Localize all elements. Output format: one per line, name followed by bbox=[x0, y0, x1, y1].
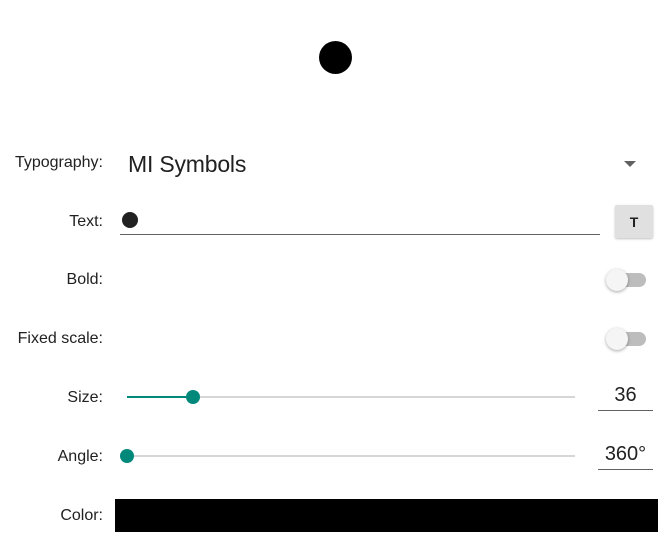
angle-label: Angle: bbox=[57, 448, 103, 465]
typography-label: Typography: bbox=[14, 154, 103, 171]
fixed-scale-label: Fixed scale: bbox=[17, 330, 103, 347]
angle-slider-knob[interactable] bbox=[120, 449, 134, 463]
color-label: Color: bbox=[60, 507, 103, 524]
fixed-scale-toggle-thumb bbox=[606, 328, 628, 350]
text-style-button[interactable]: T bbox=[615, 205, 653, 238]
symbol-preview bbox=[319, 41, 352, 74]
size-slider-fill bbox=[127, 396, 193, 398]
angle-value-field[interactable]: 360° bbox=[598, 440, 653, 470]
bold-toggle-thumb bbox=[606, 269, 628, 291]
bold-label: Bold: bbox=[66, 271, 103, 288]
fixed-scale-toggle[interactable] bbox=[606, 328, 646, 350]
size-slider[interactable] bbox=[127, 387, 575, 407]
color-swatch[interactable] bbox=[115, 499, 658, 532]
typography-value: MI Symbols bbox=[128, 150, 247, 177]
size-value-field[interactable]: 36 bbox=[598, 381, 653, 411]
angle-slider-rail bbox=[127, 455, 575, 457]
size-label: Size: bbox=[67, 389, 103, 406]
typography-dropdown[interactable]: MI Symbols bbox=[120, 146, 650, 182]
symbol-glyph-icon bbox=[122, 212, 138, 228]
bold-toggle[interactable] bbox=[606, 269, 646, 291]
angle-slider[interactable] bbox=[120, 446, 575, 466]
text-input[interactable] bbox=[120, 206, 600, 235]
size-slider-knob[interactable] bbox=[185, 390, 200, 404]
dropdown-arrow-icon bbox=[624, 161, 636, 167]
text-label: Text: bbox=[69, 213, 103, 230]
